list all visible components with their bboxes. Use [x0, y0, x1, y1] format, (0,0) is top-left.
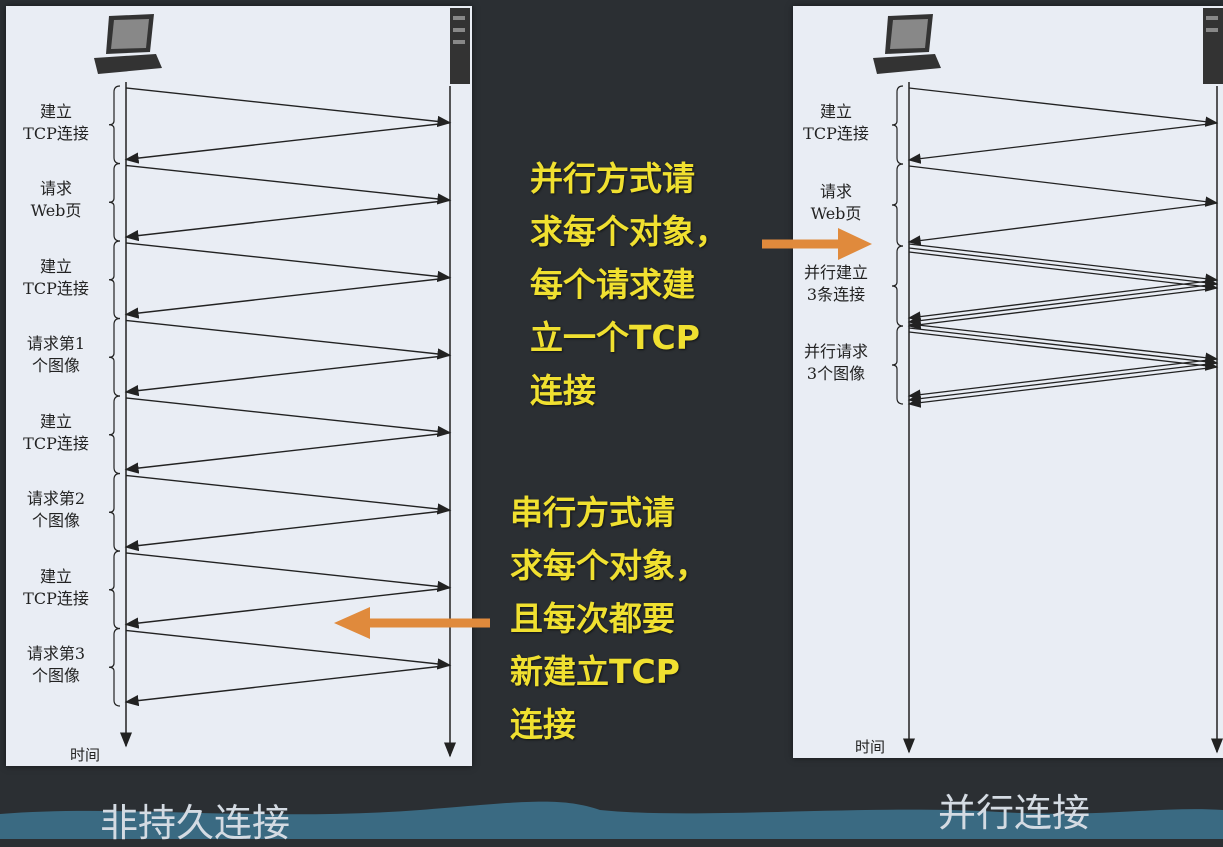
annotation-arrows [334, 228, 872, 639]
right-caption: 并行连接 [938, 791, 1091, 835]
right-pointing-arrow [762, 228, 872, 260]
left-pointing-arrow [334, 607, 490, 639]
